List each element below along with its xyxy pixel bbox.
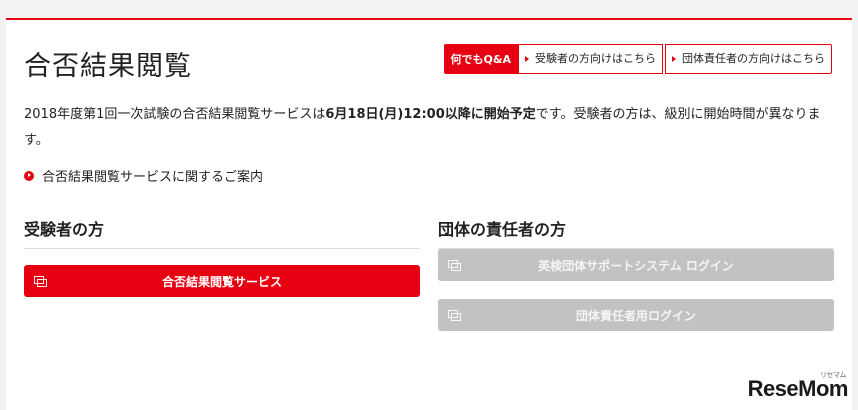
group-manager-login-label: 団体責任者用ログイン: [575, 308, 696, 323]
group-heading: 団体の責任者の方: [438, 216, 834, 249]
examinee-link-label: 受験者の方向けはこちら: [535, 52, 656, 65]
window-icon: [448, 310, 461, 321]
info-link[interactable]: 合否結果閲覧サービスに関するご案内: [24, 166, 263, 185]
group-support-login-label: 英検団体サポートシステム ログイン: [538, 258, 734, 273]
group-link-label: 団体責任者の方向けはこちら: [682, 52, 825, 65]
watermark-sub: リセマム: [820, 372, 847, 379]
group-support-login-button[interactable]: 英検団体サポートシステム ログイン: [438, 249, 834, 281]
watermark-logo: ReseMom リセマム: [748, 372, 849, 402]
group-manager-login-button[interactable]: 団体責任者用ログイン: [438, 299, 834, 331]
notice-text: 2018年度第1回一次試験の合否結果閲覧サービスは6月18日(月)12:00以降…: [24, 102, 834, 154]
main-card: 合否結果閲覧 何でもQ&A 受験者の方向けはこちら 団体責任者の方向けはこちら …: [6, 18, 852, 410]
group-link[interactable]: 団体責任者の方向けはこちら: [665, 44, 832, 74]
group-section: 団体の責任者の方 英検団体サポートシステム ログイン 団体責任者用ログイン: [438, 216, 834, 331]
circle-arrow-icon: [24, 170, 34, 181]
triangle-right-icon: [525, 56, 529, 62]
examinee-section: 受験者の方 合否結果閲覧サービス: [24, 216, 420, 297]
info-link-label: 合否結果閲覧サービスに関するご案内: [42, 170, 264, 185]
result-view-label: 合否結果閲覧サービス: [161, 274, 282, 289]
result-view-button[interactable]: 合否結果閲覧サービス: [24, 265, 420, 297]
triangle-right-icon: [672, 56, 676, 62]
page-title: 合否結果閲覧: [24, 51, 192, 82]
notice-date: 6月18日(月)12:00以降に開始予定: [325, 107, 536, 122]
notice-part1: 2018年度第1回一次試験の合否結果閲覧サービスは: [24, 107, 326, 122]
qa-button[interactable]: 何でもQ&A: [443, 44, 518, 74]
top-nav: 何でもQ&A 受験者の方向けはこちら 団体責任者の方向けはこちら: [443, 44, 832, 74]
examinee-heading: 受験者の方: [24, 216, 420, 249]
examinee-link[interactable]: 受験者の方向けはこちら: [518, 44, 663, 74]
window-icon: [448, 260, 461, 271]
window-icon: [34, 276, 47, 287]
